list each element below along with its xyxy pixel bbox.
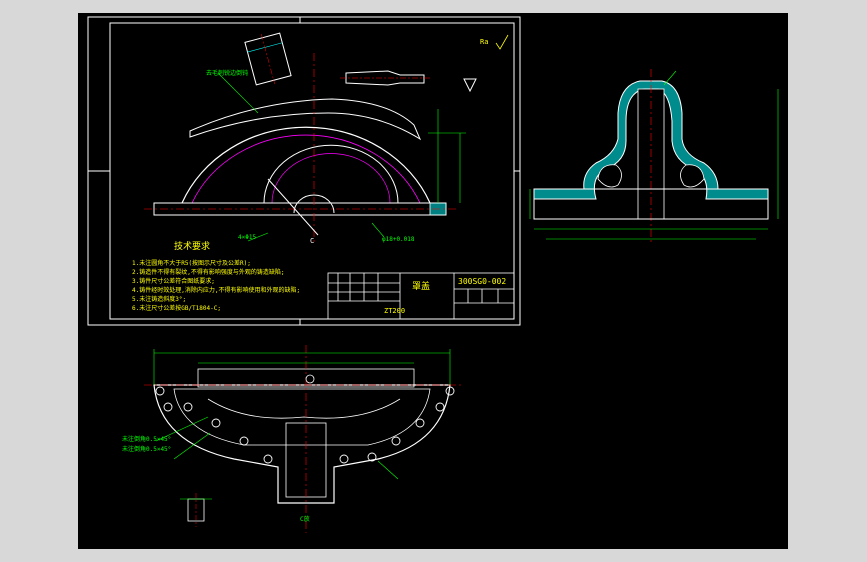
detail-block	[244, 32, 292, 86]
callout-notch: 4×Φ15	[238, 234, 256, 241]
tech-req-item-6: 6.未注尺寸公差按GB/T1804-C;	[132, 304, 221, 312]
title-part-name: 罩盖	[412, 280, 430, 292]
detail-label: C放	[300, 515, 310, 523]
callout-bottom-left: 未注倒角0.5×45°	[122, 445, 171, 453]
tech-req-item-1: 1.未注圆角不大于R5(按图示尺寸及公差R);	[132, 259, 251, 267]
cad-drawing-svg: 罩盖 300SG0-002 ZT200 技术要求 1.未注圆角不大于R5(按图示…	[87, 16, 779, 533]
callout-top: 去毛刺锐边倒钝	[206, 69, 248, 77]
callout-left: 未注倒角0.5×45°	[122, 435, 171, 443]
tech-req-heading: 技术要求	[174, 240, 210, 252]
section-label: C	[310, 237, 314, 245]
technical-requirements: 技术要求 1.未注圆角不大于R5(按图示尺寸及公差R); 2.铸造件不得有裂纹,…	[132, 240, 300, 312]
tech-req-item-2: 2.铸造件不得有裂纹,不得有影响强度与外观的铸造缺陷;	[132, 268, 284, 276]
roughness-symbol: Ra	[463, 34, 509, 93]
section-view-right	[529, 69, 779, 245]
detail-small	[180, 493, 212, 527]
title-drawing-number: 300SG0-002	[458, 277, 506, 286]
cad-drawing-canvas: 罩盖 300SG0-002 ZT200 技术要求 1.未注圆角不大于R5(按图示…	[78, 13, 788, 549]
tech-req-item-3: 3.铸件尺寸公差符合图纸要求;	[132, 277, 215, 285]
tech-req-item-5: 5.未注铸造斜度3°;	[132, 295, 186, 303]
tech-req-item-4: 4.铸件经时效处理,消除内应力,不得有影响使用和外观的缺陷;	[132, 286, 300, 294]
plan-view-bottom	[144, 345, 464, 533]
surface-mark: Ra	[480, 38, 488, 46]
detail-pin	[340, 70, 430, 86]
callout-side: φ18+0.018	[382, 236, 415, 243]
main-view-cover	[144, 53, 466, 243]
title-material: ZT200	[384, 307, 405, 315]
